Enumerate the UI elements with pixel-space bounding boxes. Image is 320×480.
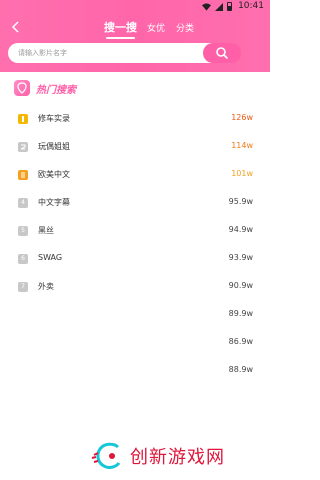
back-arrow-icon[interactable] (9, 20, 23, 34)
item-count: 101w (231, 169, 253, 178)
status-bar: 10:41 (0, 0, 270, 15)
hot-search-header: 热门搜索 (14, 80, 76, 96)
item-count: 95.9w (228, 197, 253, 206)
rank-badge: 6 (18, 254, 28, 264)
rank-badge: 5 (18, 226, 28, 236)
search-input[interactable]: 请输入影片名字 (8, 43, 227, 63)
item-name: 中文字幕 (38, 198, 70, 207)
app-header: 10:41 搜一搜 女优 分类 请输入影片名字 (0, 0, 270, 72)
rank-badge (18, 142, 28, 152)
list-item[interactable]: 5 黑丝 94.9w (0, 219, 270, 247)
status-time: 10:41 (238, 1, 264, 11)
search-bar: 请输入影片名字 (8, 43, 262, 63)
status-icons (202, 2, 232, 11)
item-name: 黑丝 (38, 226, 54, 235)
item-count: 114w (231, 141, 253, 150)
list-item[interactable]: 86.9w (0, 331, 270, 359)
item-count: 126w (231, 113, 253, 122)
item-count: 88.9w (228, 365, 253, 374)
tab-actress[interactable]: 女优 (147, 21, 165, 34)
item-name: 玩偶姐姐 (38, 142, 70, 151)
item-count: 94.9w (228, 225, 253, 234)
item-count: 86.9w (228, 337, 253, 346)
search-icon (216, 47, 229, 60)
watermark-text: 创新游戏网 (130, 447, 225, 468)
item-count: 89.9w (228, 309, 253, 318)
list-item[interactable]: 玩偶姐姐 114w (0, 135, 270, 163)
hot-search-title: 热门搜索 (36, 84, 76, 96)
item-name: SWAG (38, 253, 63, 262)
wifi-icon (202, 2, 211, 11)
site-watermark: 创新游戏网 (90, 440, 225, 472)
item-name: 欧美中文 (38, 170, 70, 179)
rank-badge (18, 170, 28, 180)
search-button[interactable] (203, 43, 241, 63)
hot-search-logo-icon (14, 80, 30, 96)
tab-search[interactable]: 搜一搜 (104, 19, 137, 39)
list-item[interactable]: 89.9w (0, 303, 270, 331)
top-nav: 搜一搜 女优 分类 (0, 17, 270, 39)
item-name: 修车实录 (38, 114, 70, 123)
tab-category[interactable]: 分类 (176, 21, 194, 34)
list-item[interactable]: 4 中文字幕 95.9w (0, 191, 270, 219)
item-count: 90.9w (228, 281, 253, 290)
list-item[interactable]: 7 外卖 90.9w (0, 275, 270, 303)
rank-badge: 7 (18, 282, 28, 292)
item-count: 93.9w (228, 253, 253, 262)
list-item[interactable]: 6 SWAG 93.9w (0, 247, 270, 275)
list-item[interactable]: 88.9w (0, 359, 270, 387)
signal-icon (215, 2, 223, 11)
list-item[interactable]: 欧美中文 101w (0, 163, 270, 191)
rank-badge: 4 (18, 198, 28, 208)
item-name: 外卖 (38, 282, 54, 291)
watermark-logo-icon (91, 442, 121, 469)
list-item[interactable]: 修车实录 126w (0, 107, 270, 135)
battery-icon (227, 2, 232, 11)
rank-badge (18, 114, 28, 124)
